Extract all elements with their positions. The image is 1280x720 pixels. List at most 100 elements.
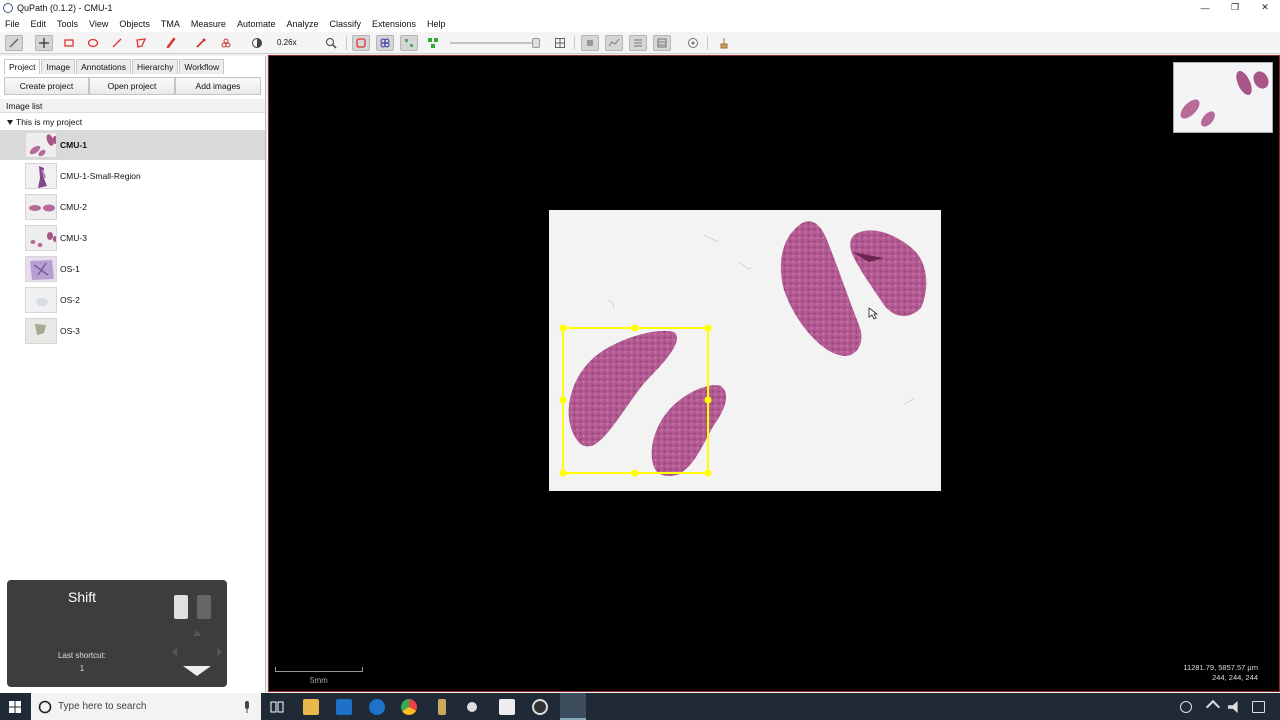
image-list-item[interactable]: CMU-3 [0,223,265,253]
add-images-button[interactable]: Add images [175,77,261,95]
fill-detections-icon[interactable] [424,35,442,51]
menu-measure[interactable]: Measure [191,19,226,29]
menu-extensions[interactable]: Extensions [372,19,416,29]
menu-tma[interactable]: TMA [161,19,180,29]
tab-project[interactable]: Project [4,59,41,74]
project-tree-node[interactable]: This is my project [7,117,82,127]
polygon-tool-icon[interactable] [132,35,150,51]
cell-detection-icon[interactable] [715,35,733,51]
measurement-table-icon[interactable] [581,35,599,51]
show-detections-icon[interactable] [400,35,418,51]
menu-automate[interactable]: Automate [237,19,276,29]
image-list-header: Image list [0,99,265,113]
pixel-rgb-value: 244, 244, 244 [1212,673,1258,682]
microphone-icon[interactable] [243,700,251,714]
window-controls: — ❐ ✕ [1190,0,1280,15]
measurement-map-icon[interactable] [605,35,623,51]
image-name: OS-1 [60,264,80,274]
image-name: CMU-2 [60,202,87,212]
outlook-icon[interactable] [336,699,352,715]
tab-workflow[interactable]: Workflow [179,59,225,74]
mouse-cursor-icon [868,307,879,320]
settings-icon[interactable] [467,702,477,712]
cursor-coordinates: 11281.79, 5857.57 µm [1183,663,1258,672]
keyboard-shortcut-overlay: Shift Last shortcut: 1 [7,580,227,687]
brightness-contrast-icon[interactable] [248,35,266,51]
menu-edit[interactable]: Edit [31,19,47,29]
image-list-item[interactable]: CMU-1 [0,130,265,160]
wand-tool-icon[interactable] [192,35,210,51]
file-explorer-icon[interactable] [303,699,319,715]
opacity-slider-knob[interactable] [532,38,540,48]
image-list-item[interactable]: OS-1 [0,254,265,284]
qupath-app-icon [3,2,13,13]
pressed-key: Shift [67,589,96,605]
image-thumbnail [25,194,57,220]
zoom-level: 0.26x [277,38,297,47]
image-name: CMU-1-Small-Region [60,171,141,181]
create-project-button[interactable]: Create project [4,77,89,95]
notifications-icon[interactable] [1252,701,1265,713]
menu-file[interactable]: File [5,19,20,29]
image-thumbnail [25,256,57,282]
windows-start-icon[interactable] [9,701,21,713]
scale-bar [275,667,363,672]
minimize-button[interactable]: — [1190,0,1220,15]
image-thumbnail [25,225,57,251]
close-button[interactable]: ✕ [1250,0,1280,15]
summary-table-icon[interactable] [653,35,671,51]
menu-help[interactable]: Help [427,19,446,29]
edge-icon[interactable] [369,699,385,715]
zoom-to-fit-icon[interactable] [322,35,340,51]
taskbar-search-box[interactable]: Type here to search [31,693,261,720]
menu-view[interactable]: View [89,19,108,29]
move-tool-icon[interactable] [35,35,53,51]
mail-icon[interactable] [499,699,515,715]
image-name: CMU-1 [60,140,87,150]
rectangle-tool-icon[interactable] [60,35,78,51]
overview-minimap[interactable] [1173,62,1273,133]
menu-tools[interactable]: Tools [57,19,78,29]
ellipse-tool-icon[interactable] [84,35,102,51]
restore-button[interactable]: ❐ [1220,0,1250,15]
image-thumbnail [25,132,57,158]
points-tool-icon[interactable] [217,35,235,51]
image-list-item[interactable]: OS-2 [0,285,265,315]
microscope-app-icon[interactable] [438,699,446,715]
pan-tool-icon[interactable] [5,35,23,51]
toolbar: 0.26x [0,32,1280,54]
tab-annotations[interactable]: Annotations [76,59,131,74]
image-thumbnail [25,287,57,313]
line-tool-icon[interactable] [108,35,126,51]
tab-hierarchy[interactable]: Hierarchy [132,59,179,74]
chevron-up-icon[interactable] [1205,699,1221,715]
grid-icon[interactable] [551,35,569,51]
workflow-log-icon[interactable] [629,35,647,51]
media-player-icon[interactable] [532,699,548,715]
volume-icon[interactable] [1228,701,1238,713]
qupath-taskbar-icon[interactable] [560,693,586,720]
image-list-item[interactable]: CMU-2 [0,192,265,222]
last-shortcut-label: Last shortcut: [57,651,107,660]
expand-triangle-icon[interactable] [7,119,13,125]
show-tma-grid-icon[interactable] [376,35,394,51]
scale-bar-label: 5mm [310,676,328,685]
script-editor-icon[interactable] [684,35,702,51]
panel-tabs: Project Image Annotations Hierarchy Work… [4,59,225,74]
menu-objects[interactable]: Objects [119,19,150,29]
show-annotations-icon[interactable] [352,35,370,51]
tab-image[interactable]: Image [41,59,76,74]
slide-image[interactable] [549,210,941,491]
mouse-scroll-arrows-icon [172,630,222,676]
image-thumbnail [25,318,57,344]
chrome-icon[interactable] [401,699,417,715]
opacity-slider[interactable] [450,38,540,48]
people-icon[interactable] [1180,701,1192,713]
open-project-button[interactable]: Open project [89,77,175,95]
image-list-item[interactable]: OS-3 [0,316,265,346]
task-view-icon[interactable] [270,700,284,714]
menu-analyze[interactable]: Analyze [286,19,318,29]
menu-classify[interactable]: Classify [330,19,362,29]
image-list-item[interactable]: CMU-1-Small-Region [0,161,265,191]
brush-tool-icon[interactable] [162,35,180,51]
